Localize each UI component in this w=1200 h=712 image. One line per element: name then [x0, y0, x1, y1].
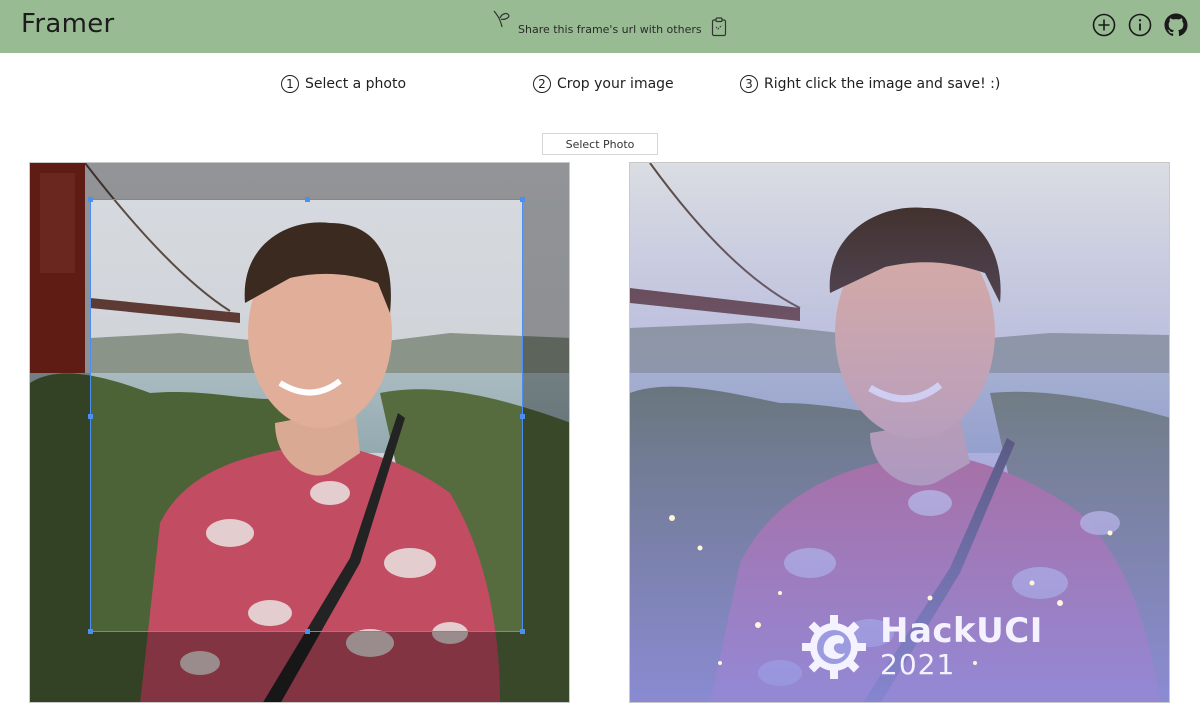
step-1: 1 Select a photo	[281, 75, 406, 93]
crop-handle-bottom-left[interactable]	[88, 629, 93, 634]
add-circle-icon[interactable]	[1092, 13, 1116, 37]
crop-handle-top[interactable]	[305, 197, 310, 202]
crop-handle-top-left[interactable]	[88, 197, 93, 202]
app-title: Framer	[21, 9, 115, 39]
sprout-icon	[491, 9, 513, 32]
crop-handle-bottom-right[interactable]	[520, 629, 525, 634]
step-number: 2	[533, 75, 551, 93]
github-icon[interactable]	[1164, 13, 1188, 37]
crop-editor[interactable]	[29, 162, 570, 703]
step-label: Select a photo	[305, 76, 407, 92]
step-label: Right click the image and save! :)	[764, 76, 1001, 92]
crop-handle-left[interactable]	[88, 414, 93, 419]
header-actions	[1092, 13, 1188, 37]
crop-handle-top-right[interactable]	[520, 197, 525, 202]
crop-selection-box[interactable]	[88, 197, 525, 634]
hackuci-watermark: HackUCI 2021	[800, 613, 1043, 681]
watermark-line-1: HackUCI	[880, 611, 1043, 652]
watermark-line-2: 2021	[880, 648, 956, 682]
instruction-steps: 1 Select a photo 2 Crop your image 3 Rig…	[0, 75, 1200, 99]
info-icon[interactable]	[1128, 13, 1152, 37]
top-bar: Framer Share this frame's url with other…	[0, 0, 1200, 53]
crop-handle-right[interactable]	[520, 414, 525, 419]
step-label: Crop your image	[557, 76, 674, 92]
crop-handle-bottom[interactable]	[305, 629, 310, 634]
step-3: 3 Right click the image and save! :)	[740, 75, 1000, 93]
step-2: 2 Crop your image	[533, 75, 674, 93]
framed-result-image[interactable]: HackUCI 2021	[629, 162, 1170, 703]
hackuci-gear-logo-icon	[800, 613, 868, 681]
select-photo-button[interactable]: Select Photo	[542, 133, 658, 155]
step-number: 1	[281, 75, 299, 93]
share-text[interactable]: Share this frame's url with others	[518, 23, 702, 36]
step-number: 3	[740, 75, 758, 93]
share-link[interactable]: Share this frame's url with others	[491, 9, 727, 43]
clipboard-icon[interactable]	[711, 16, 727, 40]
